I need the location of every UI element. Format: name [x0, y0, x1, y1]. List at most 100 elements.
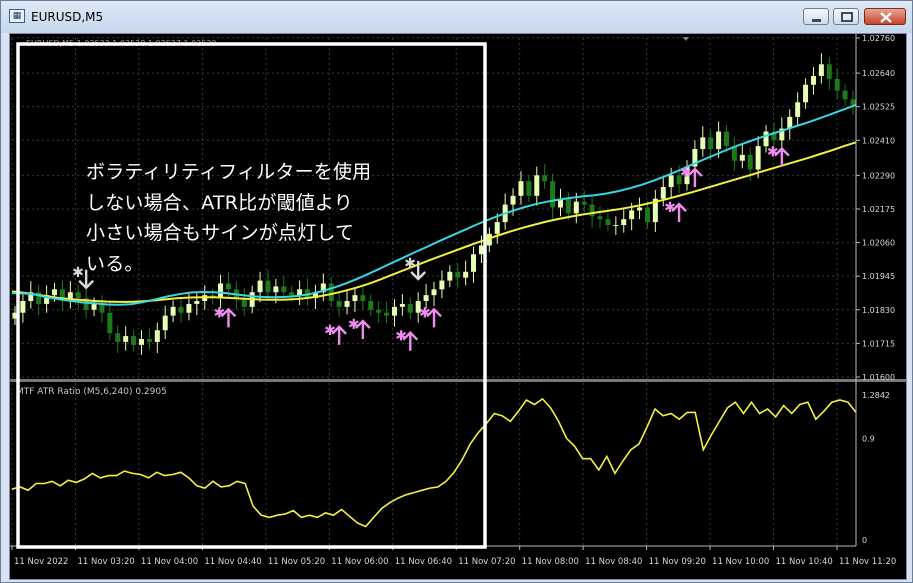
candle-body	[99, 303, 105, 313]
candle-body	[463, 271, 469, 278]
candle-body	[423, 295, 429, 302]
candle-body	[510, 195, 516, 205]
candle-body	[328, 283, 334, 302]
time-tick-label: 11 Nov 04:00	[141, 557, 198, 567]
minimize-button[interactable]	[803, 8, 829, 25]
candle-body	[621, 219, 627, 226]
candle-body	[186, 303, 192, 313]
sub-axis-label: 1.2842	[862, 391, 890, 400]
candle-body	[360, 295, 366, 302]
buy-star-icon: ✱	[767, 145, 779, 161]
sub-axis-label: 0.9	[862, 434, 875, 443]
price-tick-label: 1.02175	[862, 205, 895, 214]
candle-body	[842, 90, 848, 100]
candle-body	[352, 295, 358, 302]
candle-body	[391, 306, 397, 316]
candle-body	[739, 154, 745, 161]
buy-star-icon: ✱	[324, 323, 336, 339]
time-tick-label: 11 Nov 10:40	[776, 557, 833, 567]
candle-body	[478, 245, 484, 255]
candle-body	[376, 309, 382, 313]
candle-body	[75, 292, 81, 299]
time-tick-label: 11 Nov 11:20	[839, 557, 896, 567]
buy-star-icon: ✱	[395, 329, 407, 345]
price-chart[interactable]: ✱✱ ✱✱✱✱✱✱✱✱ 1.027601.026401.025251.024101…	[10, 34, 906, 579]
buy-star-icon: ✱	[680, 165, 692, 181]
separator-bar	[10, 379, 906, 382]
candle-body	[668, 175, 674, 188]
candle-body	[368, 301, 374, 310]
time-tick-label: 11 Nov 09:20	[649, 557, 706, 567]
close-button[interactable]	[864, 8, 906, 25]
candle-body	[550, 181, 556, 208]
time-tick-label: 11 Nov 08:40	[585, 557, 642, 567]
time-tick-label: 11 Nov 04:40	[204, 557, 261, 567]
price-tick-label: 1.02640	[862, 69, 895, 78]
candle-body	[573, 201, 579, 214]
candle-body	[297, 289, 303, 296]
candle-body	[471, 254, 477, 272]
price-tick-label: 1.02410	[862, 136, 895, 145]
candle-body	[194, 301, 200, 304]
minimize-icon	[812, 19, 821, 22]
candle-body	[218, 283, 224, 299]
candle-body	[399, 303, 405, 307]
candle-body	[716, 131, 722, 150]
buy-star-icon: ✱	[213, 305, 225, 321]
candle-body	[803, 84, 809, 103]
candle-body	[834, 78, 840, 91]
sell-star-icon: ✱	[72, 265, 84, 281]
candle-body	[589, 204, 595, 217]
candle-body	[724, 131, 730, 147]
chart-window-icon: ▦	[9, 9, 25, 23]
candle-body	[637, 207, 643, 211]
time-tick-label: 11 Nov 10:00	[712, 557, 769, 567]
callout-line: 小さい場合もサインが点灯して	[86, 222, 355, 244]
chart-window: ▦ EURUSD,M5 ✱ ✱ ✱ ✱ ✱ ✱ ✱ ✱ ✱ ✱ 1.02760 1.02640 1.0…	[0, 0, 913, 583]
candle-body	[407, 303, 413, 313]
maximize-button[interactable]	[833, 8, 859, 25]
candle-body	[336, 301, 342, 307]
chart-area[interactable]: ✱ ✱ ✱ ✱ ✱ ✱ ✱ ✱ ✱ ✱ 1.02760 1.02640 1.02525 1.02410 1…	[9, 33, 907, 580]
candle-body	[526, 181, 532, 196]
candle-body	[225, 283, 231, 290]
candle-body	[384, 312, 390, 316]
candle-body	[494, 222, 500, 234]
candle-body	[91, 303, 97, 310]
shift-marker-icon[interactable]	[683, 37, 689, 41]
candle-body	[20, 301, 26, 313]
time-tick-label: 11 Nov 06:40	[395, 557, 452, 567]
candle-body	[123, 336, 129, 342]
sub-axis-label: 0	[862, 536, 867, 545]
candle-body	[115, 333, 121, 342]
candle-body	[138, 339, 144, 345]
candle-body	[755, 146, 761, 170]
candle-body	[170, 306, 176, 316]
price-tick-label: 1.02525	[862, 103, 895, 112]
candle-body	[747, 154, 753, 170]
candle-body	[439, 280, 445, 290]
callout-line: しない場合、ATR比が閾値より	[86, 191, 353, 214]
price-tick-label: 1.01945	[862, 272, 895, 281]
candle-body	[107, 312, 113, 334]
window-title: EURUSD,M5	[31, 10, 104, 24]
title-bar[interactable]: ▦ EURUSD,M5	[1, 1, 912, 33]
candle-body	[265, 280, 271, 293]
candle-body	[660, 187, 666, 199]
candle-body	[518, 181, 524, 196]
candle-body	[826, 64, 832, 79]
candle-body	[708, 137, 714, 150]
candle-body	[431, 289, 437, 296]
candle-body	[644, 207, 650, 223]
price-tick-label: 1.01715	[862, 339, 895, 348]
candle-body	[534, 175, 540, 196]
price-tick-label: 1.02760	[862, 34, 895, 43]
candle-body	[605, 219, 611, 226]
candle-body	[818, 64, 824, 76]
price-tick-label: 1.01600	[862, 373, 895, 382]
candle-body	[581, 201, 587, 205]
candle-body	[629, 210, 635, 220]
buy-star-icon: ✱	[419, 305, 431, 321]
candle-body	[273, 286, 279, 293]
time-tick-label: 11 Nov 03:20	[77, 557, 134, 567]
